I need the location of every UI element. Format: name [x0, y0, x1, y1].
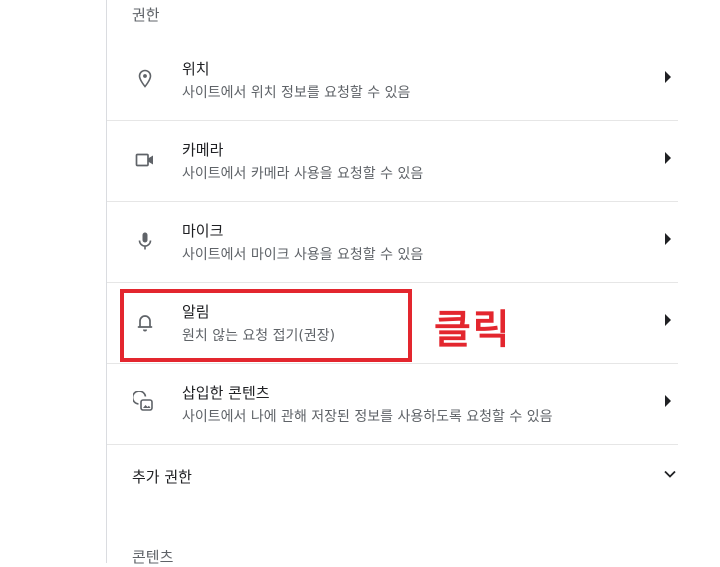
permission-subtitle: 사이트에서 마이크 사용을 요청할 수 있음 — [182, 247, 424, 263]
permission-row-location[interactable]: 위치 사이트에서 위치 정보를 요청할 수 있음 — [107, 39, 678, 119]
embedded-content-icon — [131, 390, 157, 415]
permission-row-microphone[interactable]: 마이크 사이트에서 마이크 사용을 요청할 수 있음 — [107, 201, 678, 281]
chevron-right-icon — [665, 233, 671, 245]
permission-row-camera[interactable]: 카메라 사이트에서 카메라 사용을 요청할 수 있음 — [107, 120, 678, 200]
additional-permissions-label: 추가 권한 — [132, 468, 192, 486]
highlight-box — [120, 289, 412, 362]
permission-row-embedded-content[interactable]: 삽입한 콘텐츠 사이트에서 나에 관해 저장된 정보를 사용하도록 요청할 수 … — [107, 363, 678, 443]
camera-icon — [133, 148, 157, 172]
location-pin-icon — [133, 67, 157, 91]
chevron-right-icon — [665, 71, 671, 83]
permission-title: 위치 — [182, 60, 210, 78]
permission-title: 삽입한 콘텐츠 — [182, 384, 270, 402]
additional-permissions-toggle[interactable]: 추가 권한 — [107, 455, 678, 497]
chevron-down-icon — [662, 466, 678, 482]
permission-subtitle: 사이트에서 위치 정보를 요청할 수 있음 — [182, 85, 411, 101]
content-section-heading: 콘텐츠 — [132, 548, 174, 566]
permission-subtitle: 사이트에서 나에 관해 저장된 정보를 사용하도록 요청할 수 있음 — [182, 409, 553, 425]
chevron-right-icon — [665, 395, 671, 407]
chevron-right-icon — [665, 314, 671, 326]
microphone-icon — [133, 229, 157, 253]
permissions-section-heading: 권한 — [132, 6, 160, 24]
click-annotation: 클릭 — [434, 307, 512, 353]
row-divider — [107, 444, 678, 445]
chevron-right-icon — [665, 152, 671, 164]
permission-title: 카메라 — [182, 141, 224, 159]
permission-subtitle: 사이트에서 카메라 사용을 요청할 수 있음 — [182, 166, 424, 182]
permission-title: 마이크 — [182, 222, 224, 240]
